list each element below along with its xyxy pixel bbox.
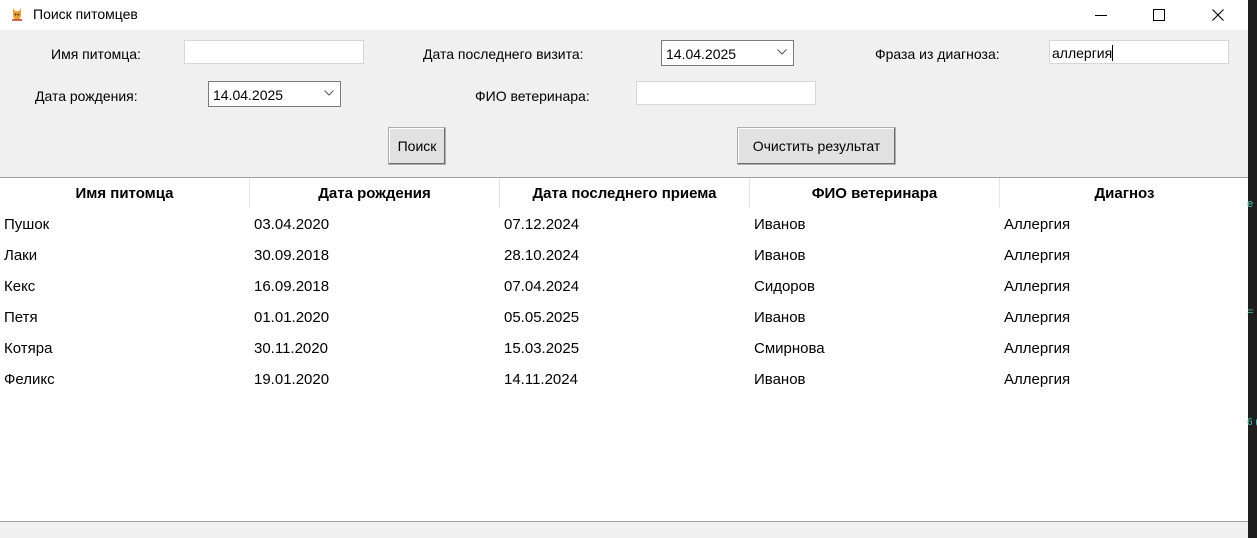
cell-birth-date: 30.11.2020 <box>254 340 328 357</box>
cell-diagnosis: Аллергия <box>1004 216 1071 233</box>
cell-pet-name: Лаки <box>4 247 38 264</box>
maximize-button[interactable] <box>1136 0 1182 30</box>
close-button[interactable] <box>1195 0 1241 30</box>
pet-name-label: Имя питомца: <box>51 46 141 62</box>
cell-last-visit: 07.04.2024 <box>504 278 580 295</box>
maximize-icon <box>1153 9 1165 21</box>
pet-search-window: Поиск питомцев Имя питомца: Дата последн… <box>0 0 1248 538</box>
cell-last-visit: 07.12.2024 <box>504 216 580 233</box>
table-row[interactable]: Петя 01.01.2020 05.05.2025 Иванов Аллерг… <box>0 302 1248 333</box>
birth-date-value: 14.04.2025 <box>213 87 284 103</box>
vet-name-input[interactable] <box>636 81 816 105</box>
results-table[interactable]: Имя питомца Дата рождения Дата последнег… <box>0 177 1248 523</box>
column-header-birth-date[interactable]: Дата рождения <box>250 178 500 208</box>
cell-last-visit: 28.10.2024 <box>504 247 580 264</box>
background-editor-fragment: e <box>1247 198 1254 210</box>
table-row[interactable]: Пушок 03.04.2020 07.12.2024 Иванов Аллер… <box>0 209 1248 240</box>
last-visit-date-picker[interactable]: 14.04.2025 <box>661 40 794 66</box>
cell-birth-date: 16.09.2018 <box>254 278 330 295</box>
cell-vet-name: Сидоров <box>754 278 815 295</box>
cell-pet-name: Кекс <box>4 278 36 295</box>
cell-birth-date: 30.09.2018 <box>254 247 330 264</box>
last-visit-date-value: 14.04.2025 <box>666 46 737 62</box>
close-icon <box>1212 9 1224 21</box>
background-editor-fragment: 6 ( <box>1247 417 1257 428</box>
diagnosis-label: Фраза из диагноза: <box>875 46 1000 62</box>
window-title: Поиск питомцев <box>33 6 138 22</box>
cell-birth-date: 19.01.2020 <box>254 371 330 388</box>
birth-date-picker[interactable]: 14.04.2025 <box>208 81 341 107</box>
cell-birth-date: 01.01.2020 <box>254 309 330 326</box>
cell-birth-date: 03.04.2020 <box>254 216 330 233</box>
birth-date-label: Дата рождения: <box>35 88 138 104</box>
cell-vet-name: Смирнова <box>754 340 825 357</box>
vet-name-label: ФИО ветеринара: <box>475 88 590 104</box>
column-header-pet-name[interactable]: Имя питомца <box>0 178 250 208</box>
background-editor-fragment: = <box>1247 306 1254 318</box>
cell-last-visit: 05.05.2025 <box>504 309 580 326</box>
cell-vet-name: Иванов <box>754 371 806 388</box>
column-header-vet-name[interactable]: ФИО ветеринара <box>750 178 1000 208</box>
minimize-icon <box>1095 15 1107 16</box>
cell-pet-name: Петя <box>4 309 38 326</box>
cell-last-visit: 15.03.2025 <box>504 340 580 357</box>
cell-diagnosis: Аллергия <box>1004 247 1071 264</box>
pet-name-input[interactable] <box>184 40 364 64</box>
cell-last-visit: 14.11.2024 <box>504 371 578 388</box>
table-row[interactable]: Котяра 30.11.2020 15.03.2025 Смирнова Ал… <box>0 333 1248 364</box>
cell-pet-name: Котяра <box>4 340 53 357</box>
cell-diagnosis: Аллергия <box>1004 371 1071 388</box>
cell-pet-name: Феликс <box>4 371 55 388</box>
cell-vet-name: Иванов <box>754 247 806 264</box>
cell-pet-name: Пушок <box>4 216 50 233</box>
table-row[interactable]: Феликс 19.01.2020 14.11.2024 Иванов Алле… <box>0 364 1248 395</box>
bottom-scrollbar[interactable] <box>0 521 1248 538</box>
diagnosis-input-value: аллергия <box>1052 45 1113 61</box>
cell-vet-name: Иванов <box>754 309 806 326</box>
cell-diagnosis: Аллергия <box>1004 278 1071 295</box>
cell-diagnosis: Аллергия <box>1004 309 1071 326</box>
title-bar: Поиск питомцев <box>0 0 1248 30</box>
app-cat-icon <box>10 6 24 22</box>
table-row[interactable]: Лаки 30.09.2018 28.10.2024 Иванов Аллерг… <box>0 240 1248 271</box>
chevron-down-icon <box>324 90 334 96</box>
minimize-button[interactable] <box>1078 0 1124 30</box>
last-visit-label: Дата последнего визита: <box>423 46 584 62</box>
diagnosis-input[interactable]: аллергия <box>1049 40 1229 64</box>
chevron-down-icon <box>777 49 787 55</box>
search-button[interactable]: Поиск <box>388 127 446 165</box>
cell-vet-name: Иванов <box>754 216 806 233</box>
table-row[interactable]: Кекс 16.09.2018 07.04.2024 Сидоров Аллер… <box>0 271 1248 302</box>
text-caret <box>1112 45 1114 61</box>
column-header-last-visit[interactable]: Дата последнего приема <box>500 178 750 208</box>
cell-diagnosis: Аллергия <box>1004 340 1071 357</box>
column-header-diagnosis[interactable]: Диагноз <box>1000 178 1248 208</box>
clear-results-button[interactable]: Очистить результат <box>737 127 896 165</box>
